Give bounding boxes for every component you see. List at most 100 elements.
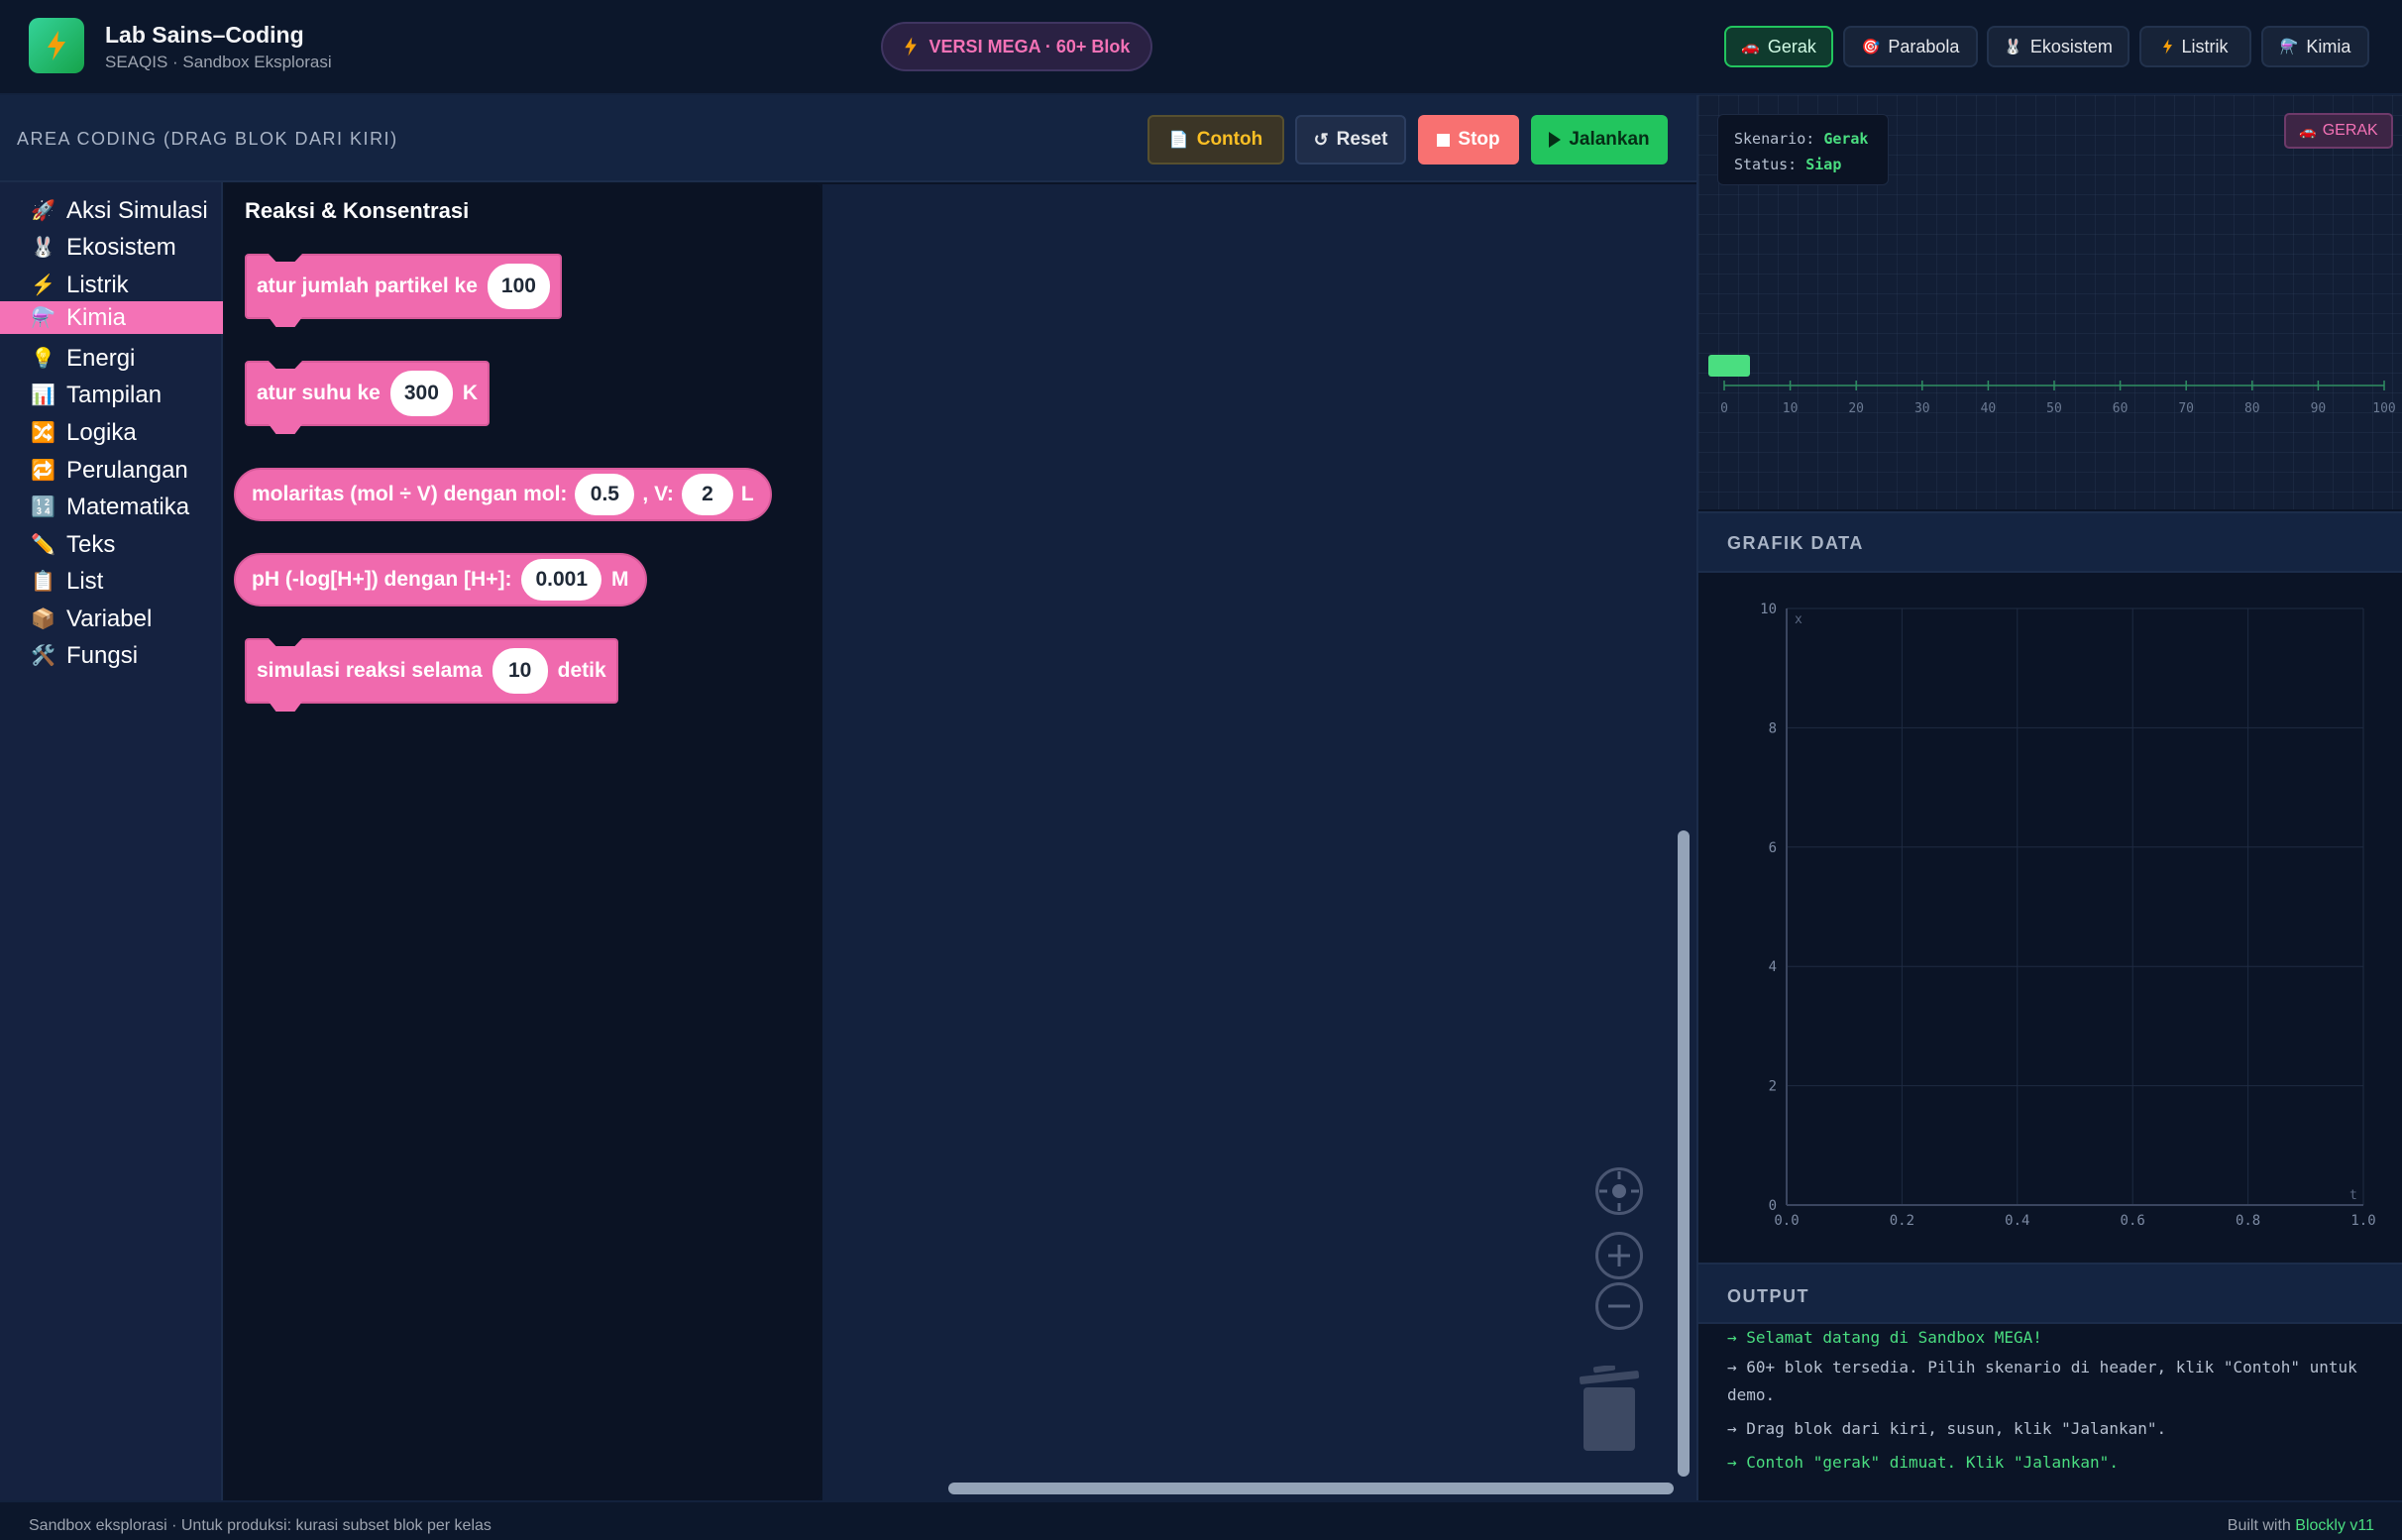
run-button[interactable]: Jalankan — [1531, 115, 1668, 165]
footer-credit: Built with Blockly v11 — [2228, 1517, 2374, 1535]
document-icon: 📄 — [1168, 132, 1189, 149]
zoom-out-button[interactable] — [1595, 1282, 1643, 1330]
scenario-value: Gerak — [1823, 130, 1869, 148]
temperature-value-field[interactable]: 300 — [389, 371, 453, 416]
rabbit-icon: 🐰 — [2004, 39, 2022, 55]
flask-icon: ⚗️ — [31, 307, 55, 329]
toolbox-category-ekosistem[interactable]: 🐰 Ekosistem — [0, 231, 223, 264]
block-molarity[interactable]: molaritas (mol ÷ V) dengan mol: 0.5 , V:… — [234, 468, 772, 521]
y-axis-label: x — [1795, 612, 1802, 627]
toolbox-category-kimia[interactable]: ⚗️ Kimia — [0, 301, 223, 334]
track-tick-label: 80 — [2244, 401, 2260, 416]
workspace-horizontal-scrollbar[interactable] — [948, 1483, 1674, 1494]
numbers-icon: 🔢 — [31, 496, 55, 518]
track-tick-label: 100 — [2372, 401, 2395, 416]
scenario-tab-gerak[interactable]: 🚗 Gerak — [1724, 26, 1833, 67]
toolbox-category-label: Variabel — [66, 605, 153, 632]
toolbox-category-perulangan[interactable]: 🔁 Perulangan — [0, 454, 223, 487]
output-header: OUTPUT — [1698, 1263, 2402, 1324]
toolbox-category-energi[interactable]: 💡 Energi — [0, 342, 223, 375]
status-line: Status: Siap — [1734, 152, 1872, 177]
scenario-badge-label: GERAK — [2322, 122, 2378, 139]
toolbox-category-tampilan[interactable]: 📊 Tampilan — [0, 379, 223, 411]
contoh-button[interactable]: 📄 Contoh — [1147, 115, 1284, 165]
track-tick-label: 40 — [1981, 401, 1997, 416]
toolbox-category-variabel[interactable]: 📦 Variabel — [0, 603, 223, 635]
refresh-icon: ↺ — [1313, 129, 1329, 150]
block-text: atur jumlah partikel ke — [257, 275, 478, 297]
car-icon: 🚗 — [2299, 122, 2317, 139]
zoom-in-button[interactable] — [1595, 1232, 1643, 1279]
bar-chart-icon: 📊 — [31, 385, 55, 406]
footer-note: Sandbox eksplorasi · Untuk produksi: kur… — [29, 1517, 491, 1534]
recenter-button[interactable] — [1595, 1167, 1643, 1215]
output-title: OUTPUT — [1727, 1286, 1809, 1306]
x-tick-label: 0.2 — [1890, 1213, 1914, 1229]
x-tick-label: 0.6 — [2121, 1213, 2145, 1229]
output-line: → Contoh "gerak" dimuat. Klik "Jalankan"… — [1727, 1453, 2119, 1472]
block-text: , V: — [642, 483, 674, 505]
shuffle-icon: 🔀 — [31, 422, 55, 444]
rocket-icon: 🚀 — [31, 200, 55, 222]
stop-button[interactable]: Stop — [1418, 115, 1519, 165]
toolbox-category-label: Fungsi — [66, 641, 139, 669]
reset-button[interactable]: ↺ Reset — [1295, 115, 1406, 165]
plus-icon — [1608, 1245, 1630, 1266]
mol-value-field[interactable]: 0.5 — [575, 474, 635, 515]
scenario-tab-parabola[interactable]: 🎯 Parabola — [1843, 26, 1978, 67]
blockly-workspace[interactable] — [822, 184, 1696, 1500]
h-concentration-field[interactable]: 0.001 — [521, 559, 602, 601]
track-tick-label: 10 — [1783, 401, 1799, 416]
toolbox-category-fungsi[interactable]: 🛠️ Fungsi — [0, 639, 223, 672]
toolbox-category-list[interactable]: 📋 List — [0, 565, 223, 598]
blockly-link[interactable]: Blockly v11 — [2295, 1517, 2374, 1534]
block-simulate-reaction[interactable]: simulasi reaksi selama 10 detik — [245, 638, 618, 712]
x-axis-label: t — [2349, 1188, 2357, 1203]
trash-icon[interactable] — [1579, 1364, 1640, 1451]
moving-object — [1708, 355, 1750, 377]
track-tick-label: 0 — [1720, 401, 1728, 416]
status-label: Status: — [1734, 156, 1798, 173]
scenario-tab-kimia[interactable]: ⚗️ Kimia — [2261, 26, 2369, 67]
data-chart: 0.0 0.2 0.4 0.6 0.8 1.0 0 2 4 6 8 10 x t — [1698, 575, 2402, 1263]
toolbox-category-label: Ekosistem — [66, 233, 176, 261]
scenario-tab-ekosistem[interactable]: 🐰 Ekosistem — [1987, 26, 2129, 67]
block-text: pH (-log[H+]) dengan [H+]: — [252, 568, 512, 591]
app-header: Lab Sains–Coding SEAQIS · Sandbox Eksplo… — [0, 0, 2402, 95]
duration-value-field[interactable]: 10 — [491, 648, 548, 694]
car-icon: 🚗 — [1741, 39, 1760, 55]
package-icon: 📦 — [31, 608, 55, 630]
clipboard-icon: 📋 — [31, 571, 55, 593]
y-tick-label: 4 — [1769, 959, 1777, 975]
flask-icon: ⚗️ — [2279, 39, 2299, 55]
block-unit: M — [611, 568, 629, 591]
tools-icon: 🛠️ — [31, 645, 55, 667]
app-logo — [29, 18, 84, 73]
volume-value-field[interactable]: 2 — [681, 474, 733, 515]
toolbox-category-matematika[interactable]: 🔢 Matematika — [0, 491, 223, 523]
block-ph[interactable]: pH (-log[H+]) dengan [H+]: 0.001 M — [234, 553, 647, 606]
toolbox-category-aksi-simulasi[interactable]: 🚀 Aksi Simulasi — [0, 194, 223, 227]
track-tick-label: 30 — [1914, 401, 1930, 416]
status-value: Siap — [1805, 156, 1842, 173]
scenario-tab-listrik[interactable]: Listrik — [2139, 26, 2251, 67]
toolbox-category-logika[interactable]: 🔀 Logika — [0, 416, 223, 449]
scenario-line: Skenario: Gerak — [1734, 126, 1872, 152]
scenario-tab-label: Parabola — [1888, 36, 1960, 56]
block-toolbox: 🚀 Aksi Simulasi 🐰 Ekosistem ⚡ Listrik ⚗️… — [0, 182, 223, 1500]
x-tick-label: 1.0 — [2350, 1213, 2375, 1229]
lightning-icon — [904, 37, 917, 56]
x-tick-label: 0.8 — [2236, 1213, 2260, 1229]
toolbox-category-listrik[interactable]: ⚡ Listrik — [0, 269, 223, 301]
block-set-particles[interactable]: atur jumlah partikel ke 100 — [245, 254, 562, 327]
toolbox-category-label: Kimia — [66, 303, 127, 331]
app-subtitle: SEAQIS · Sandbox Eksplorasi — [105, 53, 332, 71]
block-set-temperature[interactable]: atur suhu ke 300 K — [245, 361, 491, 434]
toolbox-category-label: Teks — [66, 530, 116, 558]
toolbox-category-teks[interactable]: ✏️ Teks — [0, 528, 223, 561]
rabbit-icon: 🐰 — [31, 237, 55, 259]
repeat-icon: 🔁 — [31, 460, 55, 482]
workspace-vertical-scrollbar[interactable] — [1678, 830, 1690, 1477]
particles-value-field[interactable]: 100 — [487, 264, 550, 309]
contoh-button-label: Contoh — [1196, 129, 1263, 150]
